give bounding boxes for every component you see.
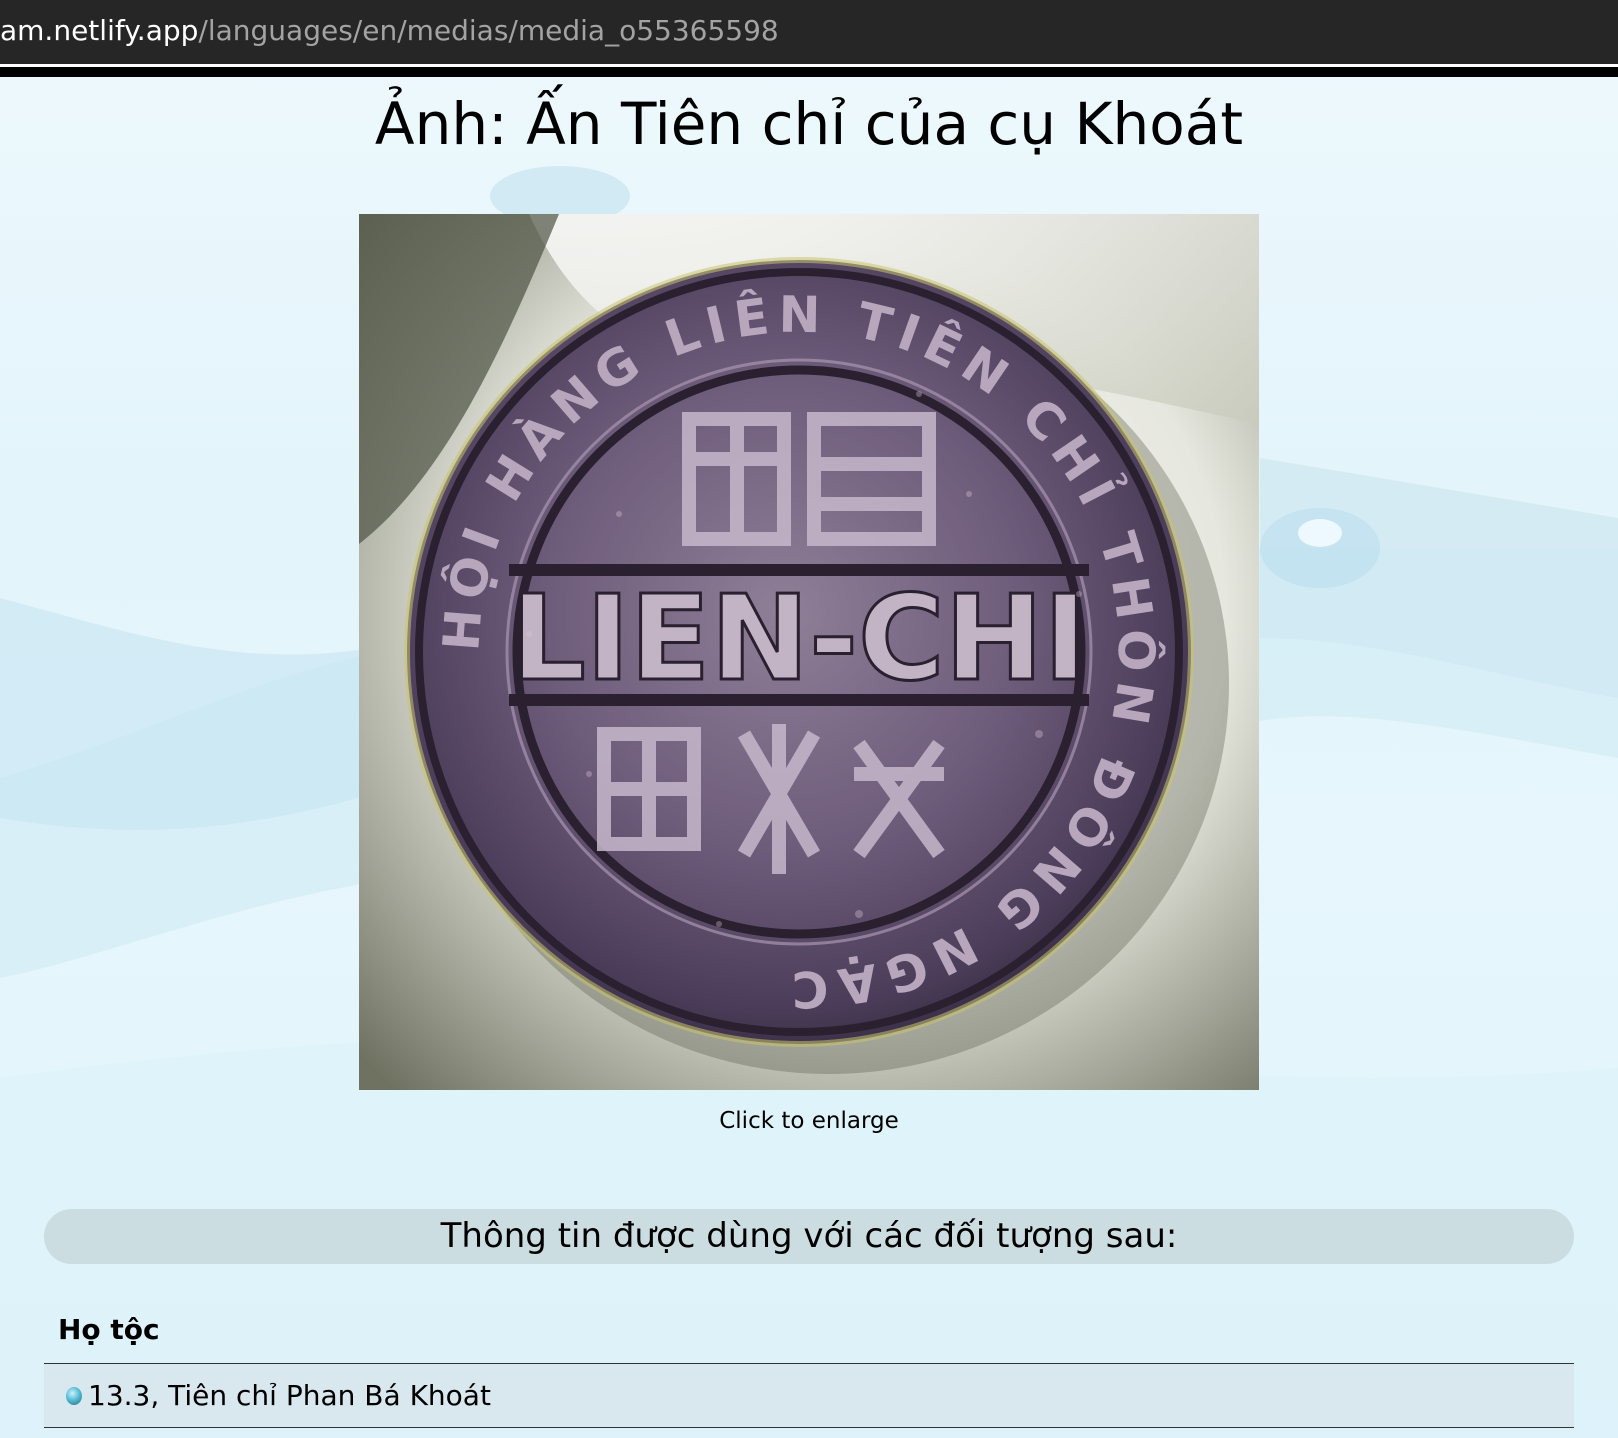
page-top-border <box>0 67 1618 77</box>
group-label: Họ tộc <box>58 1313 160 1346</box>
table-bottom-rule <box>44 1427 1574 1428</box>
seal-photo: HỘI HÀNG LIÊN TIÊN CHỈ THÔN ĐÔNG NGẠC LI… <box>359 214 1259 1090</box>
url-host: am.netlify.app <box>0 14 199 47</box>
address-bar[interactable]: am.netlify.app/languages/en/medias/media… <box>0 0 1618 64</box>
family-link[interactable]: 13.3, Tiên chỉ Phan Bá Khoát <box>88 1364 491 1427</box>
globe-bullet-icon <box>66 1387 82 1405</box>
enlarge-caption[interactable]: Click to enlarge <box>0 1108 1618 1134</box>
page-title: Ảnh: Ấn Tiên chỉ của cụ Khoát <box>374 90 1244 158</box>
seal-center-text: LIEN-CHI <box>511 569 1088 707</box>
media-photo-link[interactable]: HỘI HÀNG LIÊN TIÊN CHỈ THÔN ĐÔNG NGẠC LI… <box>359 214 1259 1090</box>
section-heading: Thông tin được dùng với các đối tượng sa… <box>440 1216 1178 1256</box>
url-text[interactable]: am.netlify.app/languages/en/medias/media… <box>0 14 779 47</box>
section-header-bar: Thông tin được dùng với các đối tượng sa… <box>44 1209 1574 1264</box>
url-path: /languages/en/medias/media_o55365598 <box>198 14 779 47</box>
list-item[interactable]: 13.3, Tiên chỉ Phan Bá Khoát <box>44 1364 1574 1427</box>
